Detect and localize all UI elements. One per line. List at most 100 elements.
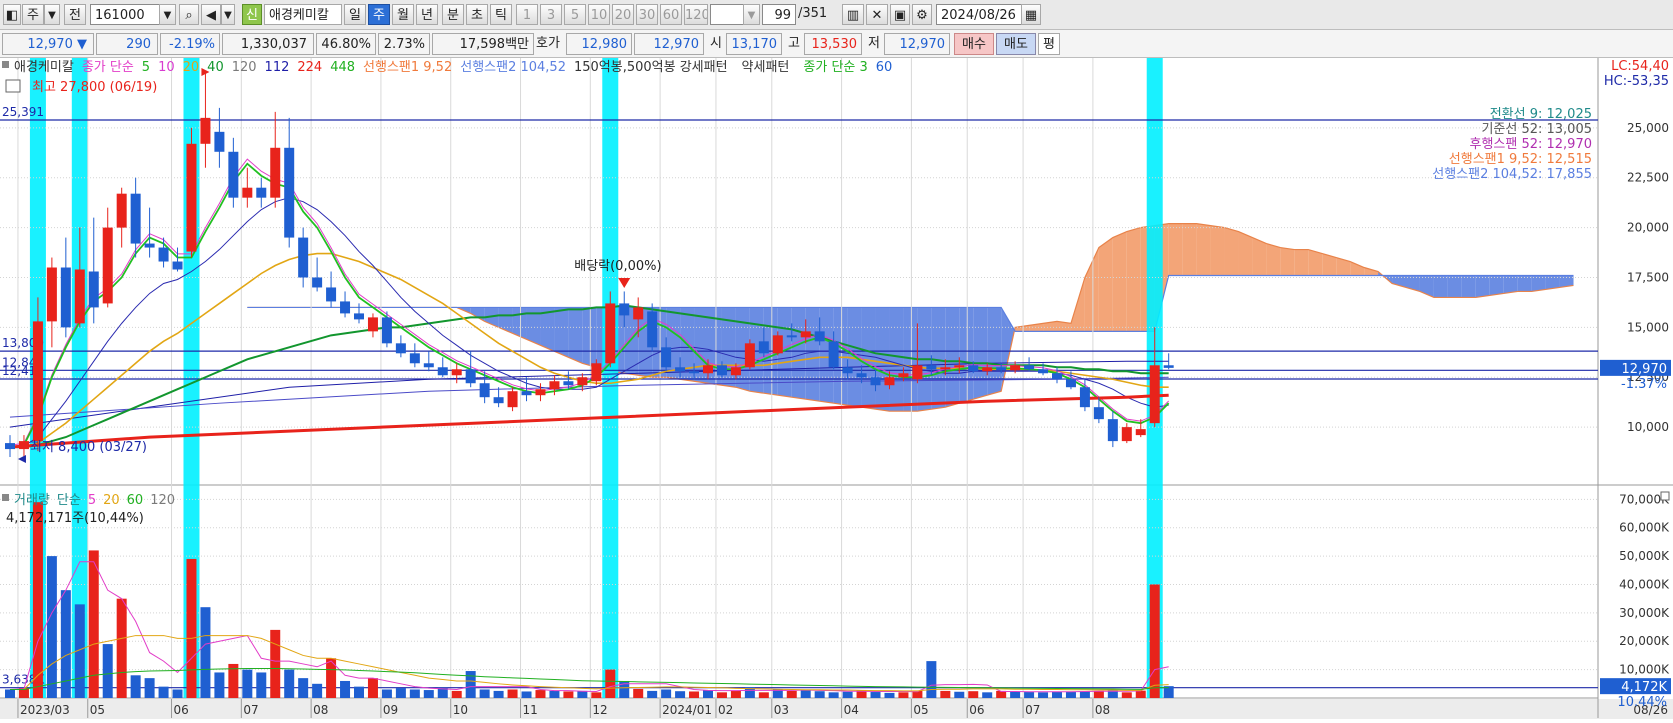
- period-minute[interactable]: 분: [442, 4, 464, 25]
- gear-icon[interactable]: ⚙: [912, 4, 932, 25]
- code-dropdown-icon[interactable]: ▼: [159, 4, 176, 25]
- custom-interval-dropdown-icon[interactable]: ▼: [743, 4, 760, 25]
- candle-body: [800, 331, 811, 338]
- interval-3[interactable]: 3: [540, 4, 562, 25]
- volume-bar: [158, 686, 169, 698]
- custom-interval-input[interactable]: [710, 4, 744, 25]
- candle-body: [675, 367, 686, 372]
- volume-bar: [479, 689, 490, 698]
- candle-body: [521, 391, 532, 396]
- down-arrow-icon: ▼: [77, 37, 87, 52]
- cloud-segment: [1266, 243, 1281, 276]
- cloud-segment: [1461, 275, 1476, 298]
- volume-bar: [395, 688, 406, 698]
- volume-bar: [200, 607, 211, 698]
- volume-bar: [730, 690, 741, 698]
- candle-body: [968, 365, 979, 372]
- candle-body: [381, 317, 392, 344]
- interval-30[interactable]: 30: [636, 4, 658, 25]
- period-dropdown-icon[interactable]: ▼: [44, 4, 60, 25]
- candle-body: [758, 341, 769, 354]
- period-day[interactable]: 일: [344, 4, 366, 25]
- table-icon: [5, 79, 21, 93]
- candle-body: [1149, 365, 1160, 424]
- cloud-segment: [554, 307, 569, 358]
- volume-bar: [884, 692, 895, 698]
- top-toolbar: ◧ 주 ▼ 전 161000 ▼ ⌕ ◀ ▼ 신 애경케미칼 일 주 월 년 분…: [0, 0, 1673, 30]
- current-price-tag-text: 12,970: [1622, 362, 1668, 377]
- candle-body: [786, 335, 797, 338]
- speaker-dropdown-icon[interactable]: ▼: [221, 4, 235, 25]
- period-second[interactable]: 초: [466, 4, 488, 25]
- prev-button[interactable]: 전: [64, 4, 86, 25]
- candle-body: [74, 269, 85, 324]
- period-month[interactable]: 월: [392, 4, 414, 25]
- x-tick-label: 04: [844, 703, 859, 717]
- x-tick-label: 02: [718, 703, 733, 717]
- search-icon[interactable]: ⌕: [179, 4, 199, 25]
- period-combo[interactable]: 주: [22, 4, 44, 25]
- cloud-segment: [1503, 275, 1518, 294]
- interval-5[interactable]: 5: [564, 4, 586, 25]
- candle-body: [926, 365, 937, 370]
- chart-menu-icon[interactable]: ◧: [3, 4, 21, 25]
- dividend-label: 배당락(0,00%): [574, 259, 661, 274]
- data-count-input[interactable]: 99: [762, 4, 796, 25]
- period-year[interactable]: 년: [416, 4, 438, 25]
- candle-body: [1093, 407, 1104, 420]
- save-icon[interactable]: ▣: [890, 4, 910, 25]
- candle-body: [1024, 365, 1035, 370]
- high-price: 13,530: [804, 33, 862, 55]
- price-legend-item: 150억봉,500억봉 강세패턴: [574, 60, 728, 75]
- date-input[interactable]: 2024/08/26: [936, 4, 1022, 25]
- candle-body: [465, 369, 476, 384]
- candle-body: [312, 277, 323, 288]
- buy-button[interactable]: 매수: [954, 33, 994, 55]
- volume-bar: [186, 558, 197, 698]
- volume-bar: [563, 691, 574, 698]
- sell-button[interactable]: 매도: [996, 33, 1036, 55]
- interval-10[interactable]: 10: [588, 4, 610, 25]
- candle-body: [242, 187, 253, 198]
- candle-body: [884, 377, 895, 386]
- volume-bar: [716, 692, 727, 698]
- calendar-icon[interactable]: ▦: [1021, 4, 1041, 25]
- candle-body: [186, 143, 197, 252]
- volume-bar: [689, 691, 700, 698]
- stock-code-input[interactable]: 161000: [90, 4, 160, 25]
- price-legend-item: 종가 단순 3: [803, 60, 867, 75]
- period-week[interactable]: 주: [368, 4, 390, 25]
- cloud-segment: [1238, 231, 1253, 276]
- price-change: 290: [96, 33, 158, 55]
- interval-1[interactable]: 1: [516, 4, 538, 25]
- volume-tick-label: 60,000K: [1619, 521, 1670, 535]
- candle-body: [1163, 365, 1174, 368]
- candle-body: [116, 193, 127, 228]
- volume-bar: [842, 691, 853, 698]
- x-tick-label: 03: [774, 703, 789, 717]
- high-label: 고: [788, 36, 800, 51]
- ichimoku-label: 기준선 52: 13,005: [1481, 122, 1592, 137]
- candle-body: [423, 363, 434, 368]
- candle-body: [577, 377, 588, 386]
- candle-body: [661, 347, 672, 368]
- cloud-segment: [1224, 227, 1239, 276]
- crosshair-icon[interactable]: ✕: [866, 4, 888, 25]
- candle-body: [870, 377, 881, 386]
- stock-chart[interactable]: 25,39113,80912,84712,4123,638K 10,00012,…: [0, 58, 1673, 723]
- price-legend-item: 40: [207, 60, 224, 75]
- open-label: 시: [710, 36, 722, 51]
- flat-button[interactable]: 평: [1038, 33, 1060, 55]
- interval-120[interactable]: 120: [684, 4, 708, 25]
- period-tick[interactable]: 틱: [490, 4, 512, 25]
- cloud-segment: [1447, 275, 1462, 298]
- candle-body: [1052, 373, 1062, 380]
- candle-body: [354, 313, 364, 320]
- speaker-icon[interactable]: ◀: [201, 4, 221, 25]
- interval-20[interactable]: 20: [612, 4, 634, 25]
- ichimoku-label: 전환선 9: 12,025: [1490, 107, 1592, 122]
- volume-bar: [367, 678, 378, 698]
- interval-60[interactable]: 60: [660, 4, 682, 25]
- candle-type-icon[interactable]: ▥: [842, 4, 864, 25]
- candle-body: [940, 367, 951, 370]
